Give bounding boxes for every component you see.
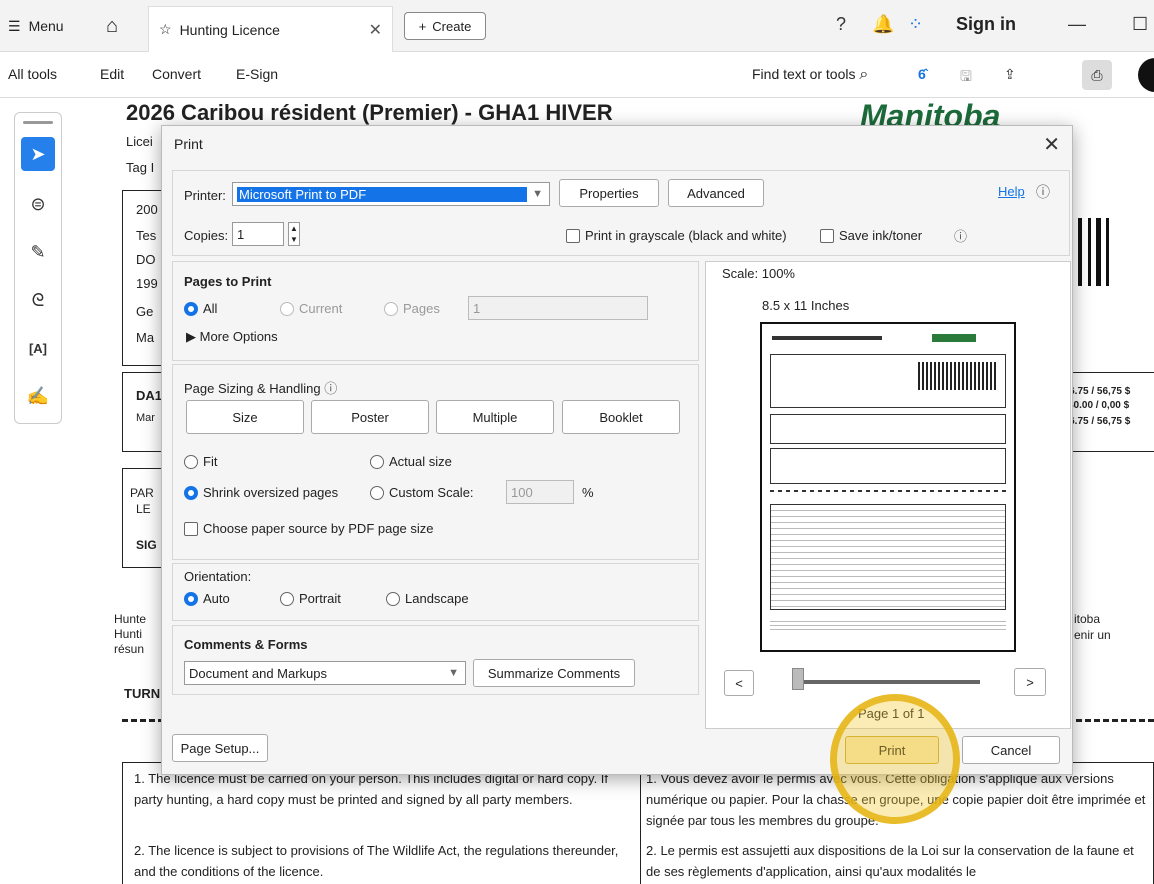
next-page-button[interactable]: > [1014, 668, 1046, 696]
radio-actual-size[interactable]: Actual size [370, 454, 452, 469]
radio-fit[interactable]: Fit [184, 454, 217, 469]
upload-icon[interactable]: ⇪ [1004, 66, 1016, 83]
copies-stepper[interactable]: ▲ ▼ [288, 222, 300, 246]
slider-handle[interactable] [792, 668, 804, 690]
all-tools-link[interactable]: All tools [8, 66, 57, 82]
cancel-button[interactable]: Cancel [962, 736, 1060, 764]
radio-shrink[interactable]: Shrink oversized pages [184, 485, 338, 500]
draw-curve-icon[interactable]: ᘓ [21, 283, 55, 317]
help-icon[interactable]: ? [836, 14, 846, 35]
tool-sidebar: ➤ ⊜ ✎ ᘓ [A] ✍ [14, 112, 62, 424]
page-slider[interactable] [794, 680, 980, 684]
find-tools[interactable]: Find text or tools ⌕ [752, 66, 868, 84]
star-icon[interactable]: ☆ [159, 21, 172, 38]
radio-portrait[interactable]: Portrait [280, 591, 341, 606]
copies-input[interactable]: 1 [232, 222, 284, 246]
text-select-icon[interactable]: [A] [21, 331, 55, 365]
toolbar: All tools Edit Convert E-Sign Find text … [0, 52, 1154, 98]
chevron-down-icon: ▼ [532, 188, 543, 200]
comments-select[interactable]: Document and Markups ▼ [184, 661, 466, 685]
help-circle-icon[interactable]: ⓘ [1036, 182, 1050, 202]
more-options-toggle[interactable]: ▶ More Options [186, 329, 278, 345]
maximize-icon[interactable]: ☐ [1132, 14, 1148, 35]
chevron-down-icon: ▼ [448, 667, 459, 679]
help-link[interactable]: Help [998, 184, 1025, 199]
custom-scale-input[interactable]: 100 [506, 480, 574, 504]
prev-page-button[interactable]: < [724, 670, 754, 696]
booklet-button[interactable]: Booklet [562, 400, 680, 434]
radio-custom-scale[interactable]: Custom Scale: [370, 485, 474, 500]
plus-icon: + [418, 18, 427, 34]
avatar[interactable] [1138, 58, 1154, 92]
save-ink-checkbox[interactable]: Save ink/toner [820, 228, 922, 243]
radio-pages[interactable]: Pages [384, 301, 440, 316]
ai-assistant-icon[interactable]: 6̂ [918, 66, 926, 82]
document-title: 2026 Caribou résident (Premier) - GHA1 H… [126, 100, 613, 125]
close-icon[interactable]: ✕ [1043, 132, 1060, 157]
chevron-left-icon: < [735, 675, 743, 691]
menu-button[interactable]: ☰ Menu [8, 0, 64, 52]
esign-link[interactable]: E-Sign [236, 66, 278, 82]
create-button[interactable]: + Create [404, 12, 486, 40]
select-cursor-icon[interactable]: ➤ [21, 137, 55, 171]
convert-link[interactable]: Convert [152, 66, 201, 82]
paper-source-checkbox[interactable]: Choose paper source by PDF page size [184, 521, 434, 536]
apps-icon[interactable]: ⁘ [908, 14, 923, 35]
radio-auto[interactable]: Auto [184, 591, 230, 606]
radio-all[interactable]: All [184, 301, 217, 316]
title-bar: ☰ Menu ⌂ ☆ Hunting Licence ✕ + Create ? 🔔 ⁘ … [0, 0, 1154, 52]
poster-button[interactable]: Poster [311, 400, 429, 434]
pages-range-input[interactable]: 1 [468, 296, 648, 320]
search-icon: ⌕ [859, 66, 869, 83]
radio-current[interactable]: Current [280, 301, 342, 316]
triangle-right-icon: ▶ [186, 329, 196, 344]
page-setup-button[interactable]: Page Setup... [172, 734, 268, 762]
dialog-title: Print [174, 136, 203, 152]
preview-page [760, 322, 1016, 652]
edit-link[interactable]: Edit [100, 66, 124, 82]
advanced-button[interactable]: Advanced [668, 179, 764, 207]
print-icon[interactable]: ⎙ [1082, 60, 1112, 90]
grayscale-checkbox[interactable]: Print in grayscale (black and white) [566, 228, 787, 243]
radio-landscape[interactable]: Landscape [386, 591, 469, 606]
printer-select[interactable]: Microsoft Print to PDF ▼ [232, 182, 550, 206]
highlight-spotlight [830, 694, 960, 824]
tab-hunting-licence[interactable]: ☆ Hunting Licence ✕ [148, 6, 393, 52]
close-tab-icon[interactable]: ✕ [369, 20, 382, 40]
highlight-pen-icon[interactable]: ✎ [21, 235, 55, 269]
minimize-icon[interactable]: — [1068, 14, 1086, 35]
save-icon[interactable]: 🖫 [960, 66, 972, 90]
multiple-button[interactable]: Multiple [436, 400, 554, 434]
home-icon[interactable]: ⌂ [106, 0, 118, 52]
info-icon[interactable]: ⓘ [954, 226, 967, 245]
chevron-right-icon: > [1026, 674, 1034, 690]
size-button[interactable]: Size [186, 400, 304, 434]
properties-button[interactable]: Properties [559, 179, 659, 207]
sign-in-button[interactable]: Sign in [956, 14, 1016, 35]
comment-icon[interactable]: ⊜ [21, 187, 55, 221]
info-icon[interactable]: ⓘ [324, 381, 337, 396]
bell-icon[interactable]: 🔔 [872, 14, 894, 35]
hamburger-icon: ☰ [8, 17, 21, 34]
print-dialog: Print ✕ Printer: Microsoft Print to PDF ▼… [161, 125, 1073, 775]
summarize-comments-button[interactable]: Summarize Comments [473, 659, 635, 687]
signature-icon[interactable]: ✍ [21, 379, 55, 413]
print-preview: Scale: 100% 8.5 x 11 Inches < > Page 1 o… [705, 261, 1071, 729]
